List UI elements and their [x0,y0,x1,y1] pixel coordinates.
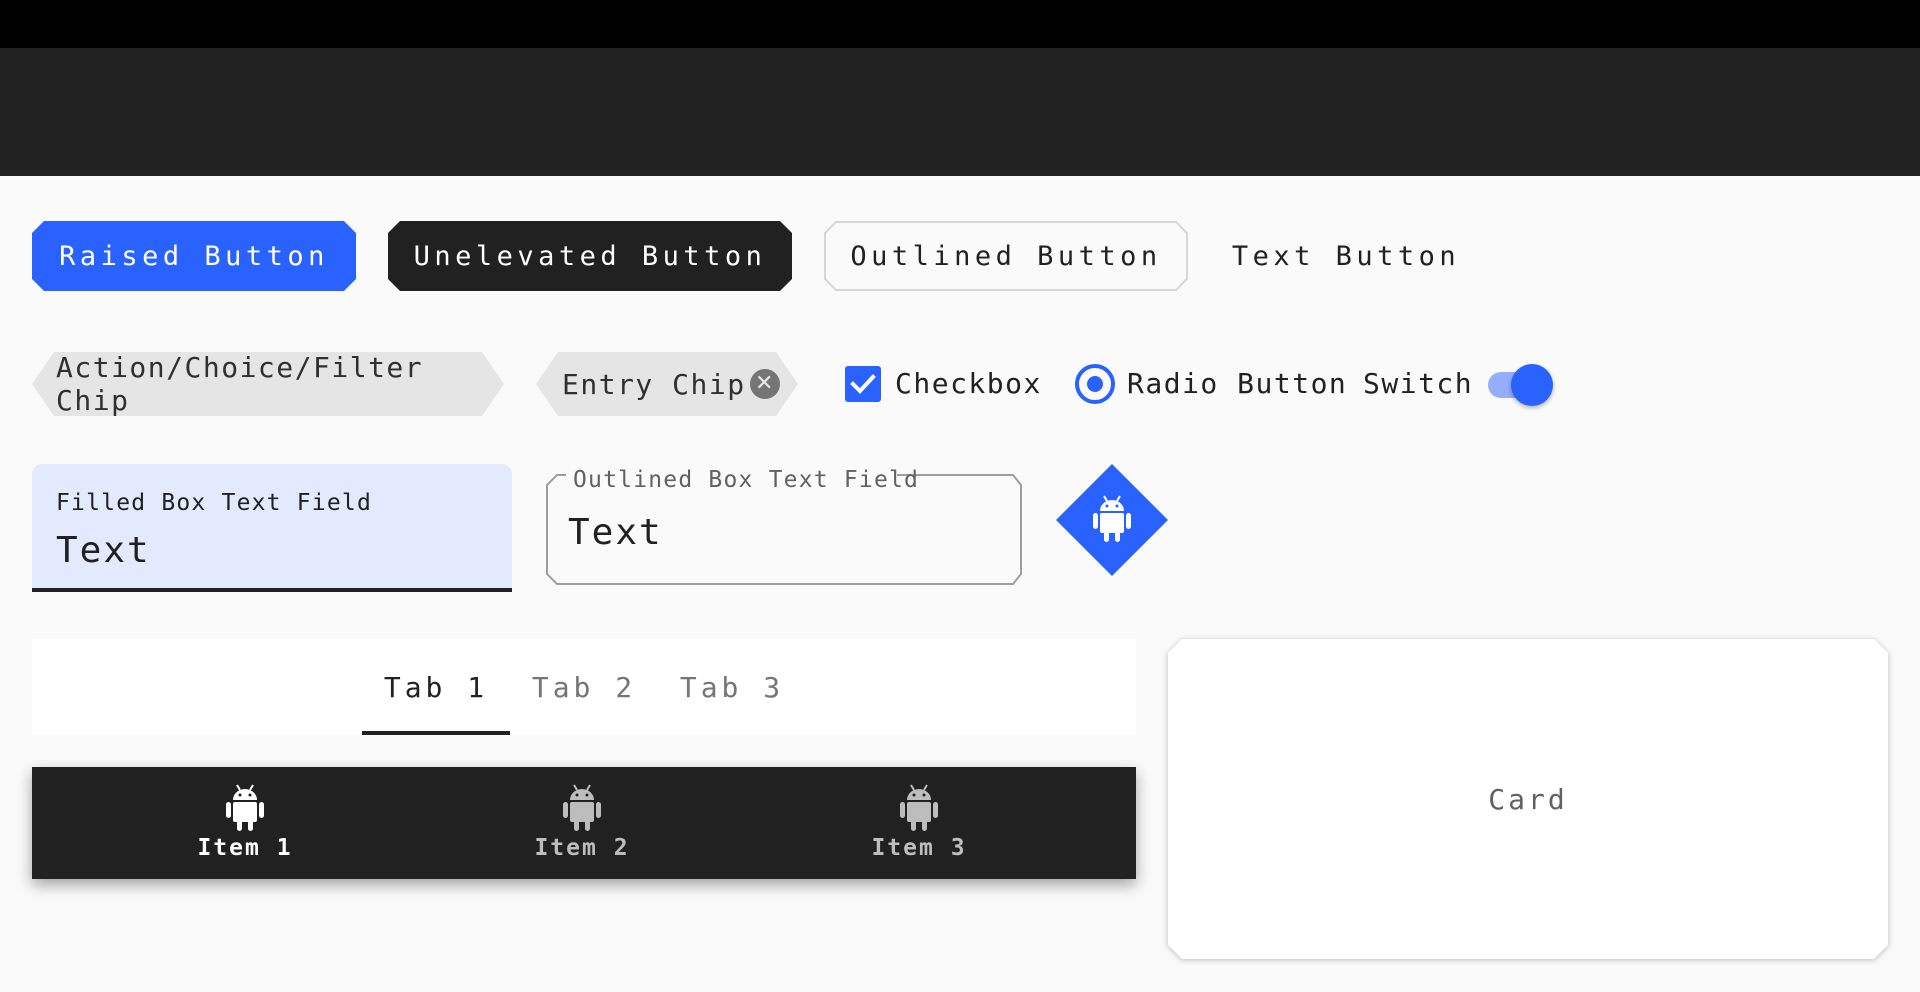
nav-item-3[interactable]: Item 3 [819,767,1019,879]
action-chip[interactable]: Action/Choice/Filter Chip [32,352,504,416]
filled-text-field[interactable]: Filled Box Text Field Text [32,464,512,592]
checkbox[interactable] [845,366,881,402]
outlined-text-field-value[interactable]: Text [568,512,663,553]
radio-label: Radio Button [1127,367,1348,400]
action-chip-label: Action/Choice/Filter Chip [56,351,424,417]
unelevated-button[interactable]: Unelevated Button [388,221,792,291]
nav-item-label: Item 3 [871,835,967,861]
nav-item-label: Item 2 [534,835,630,861]
outlined-text-field[interactable]: Outlined Box Text Field Text [545,464,1025,586]
filled-text-field-value[interactable]: Text [56,530,151,571]
switch-thumb[interactable] [1511,364,1553,406]
card[interactable]: Card [1168,639,1888,959]
status-bar [0,0,1920,48]
bottom-navigation: Item 1 Item 2 Item 3 [32,767,1136,879]
nav-item-1[interactable]: Item 1 [145,767,345,879]
check-icon [850,374,876,394]
tab-1[interactable]: Tab 1 [362,639,510,735]
switch-label: Switch [1363,367,1474,400]
card-label: Card [1488,782,1568,816]
floating-action-button[interactable] [1056,464,1168,576]
text-button[interactable]: Text Button [1222,221,1470,291]
android-icon [1093,495,1131,542]
outlined-button-label: Outlined Button [850,240,1162,272]
radio-dot [1087,376,1103,392]
checkbox-label: Checkbox [895,367,1042,400]
outlined-button[interactable]: Outlined Button [824,221,1188,291]
radio-button[interactable] [1075,364,1115,404]
tab-3[interactable]: Tab 3 [658,639,806,735]
entry-chip-label: Entry Chip [562,367,746,401]
outlined-text-field-label: Outlined Box Text Field [573,467,920,493]
nav-item-2[interactable]: Item 2 [482,767,682,879]
app-bar [0,48,1920,176]
android-icon [563,784,601,831]
tab-2[interactable]: Tab 2 [510,639,658,735]
android-icon [226,784,264,831]
filled-text-field-label: Filled Box Text Field [56,490,372,516]
tab-indicator [362,731,510,735]
tab-bar: Tab 1 Tab 2 Tab 3 [32,639,1136,735]
nav-item-label: Item 1 [197,835,293,861]
entry-chip[interactable]: Entry Chip ✕ [536,352,798,416]
raised-button[interactable]: Raised Button [32,221,356,291]
close-icon[interactable]: ✕ [750,369,780,399]
android-icon [900,784,938,831]
